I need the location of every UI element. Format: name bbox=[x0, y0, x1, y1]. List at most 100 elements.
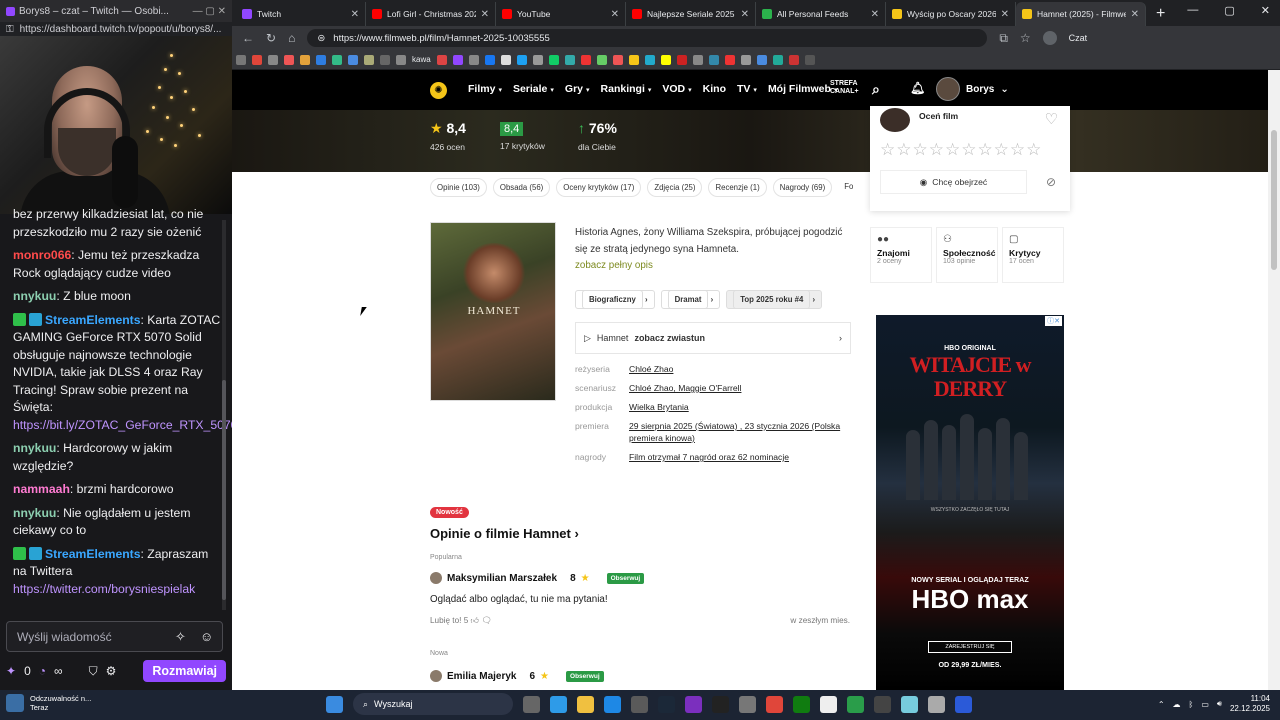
chat-scrollbar[interactable] bbox=[222, 220, 226, 610]
nav-gry[interactable]: Gry ▾ bbox=[565, 83, 590, 95]
app-icon[interactable] bbox=[901, 695, 918, 713]
new-tab-button[interactable]: + bbox=[1146, 2, 1175, 26]
genre-dramat[interactable]: Dramat › bbox=[660, 290, 721, 309]
screenplay-link[interactable]: Chloé Zhao, Maggie O'Farrell bbox=[629, 382, 855, 394]
shield-icon[interactable]: ⛉ bbox=[89, 664, 98, 679]
channel-points-icon[interactable]: ✦ bbox=[6, 664, 16, 678]
chevron-up-icon[interactable]: ⌃ bbox=[1158, 700, 1165, 709]
rating-stars[interactable]: ☆☆☆☆☆☆☆☆☆☆ bbox=[880, 140, 1042, 160]
chat-send-button[interactable]: Rozmawiaj bbox=[143, 660, 226, 682]
close-tab-icon[interactable]: ✕ bbox=[351, 9, 359, 20]
store-icon[interactable] bbox=[631, 695, 648, 713]
app-icon[interactable] bbox=[685, 695, 702, 713]
reviewer-name[interactable]: Emilia Majeryk bbox=[447, 671, 516, 682]
tab-recenzje[interactable]: Recenzje (1) bbox=[708, 178, 767, 197]
premiere-link[interactable]: 29 sierpnia 2025 (Światowa) , 23 styczni… bbox=[629, 420, 855, 444]
follow-button[interactable]: Obserwuj bbox=[606, 572, 645, 584]
window-controls[interactable]: — ▢ ✕ bbox=[193, 6, 226, 17]
close-tab-icon[interactable]: ✕ bbox=[741, 9, 749, 20]
critics-ratings[interactable]: ▢ Krytycy 17 ocen bbox=[1002, 227, 1064, 283]
tab-nagrody[interactable]: Nagrody (69) bbox=[772, 178, 833, 197]
avatar[interactable] bbox=[430, 572, 442, 584]
tab-opinie[interactable]: Opinie (103) bbox=[430, 178, 487, 197]
clock[interactable]: 11:04 22.12.2025 bbox=[1230, 694, 1270, 714]
app-icon[interactable] bbox=[766, 695, 783, 713]
taskbar-search[interactable]: ⌕ Wyszukaj bbox=[353, 693, 513, 715]
opinions-heading[interactable]: Opinie o filmie Hamnet › bbox=[430, 526, 579, 541]
chat-input[interactable]: Wyślij wiadomość ✧ ☺ bbox=[6, 621, 223, 652]
follow-button[interactable]: Obserwuj bbox=[566, 670, 604, 682]
filmweb-logo[interactable]: ✺ bbox=[430, 82, 447, 99]
heart-icon[interactable]: ♡ bbox=[1045, 110, 1058, 128]
bookmark-star-icon[interactable]: ☆ bbox=[1020, 31, 1031, 45]
profile-avatar[interactable] bbox=[1042, 31, 1057, 45]
gear-icon[interactable]: ⚙ bbox=[106, 664, 117, 678]
critics-rating-block[interactable]: 8,4 17 krytyków bbox=[500, 119, 545, 151]
chat-username[interactable]: nnykuu bbox=[13, 441, 56, 455]
app-icon[interactable] bbox=[712, 695, 729, 713]
prediction-icon[interactable]: ◔ bbox=[39, 664, 46, 678]
friends-ratings[interactable]: ●● Znajomi 2 oceny bbox=[870, 227, 932, 283]
nav-filmy[interactable]: Filmy ▾ bbox=[468, 83, 502, 95]
copilot-button[interactable]: Czat bbox=[1069, 33, 1088, 43]
genre-biograficzny[interactable]: Biograficzny › bbox=[575, 290, 655, 309]
close-tab-icon[interactable]: ✕ bbox=[1001, 9, 1009, 20]
nav-seriale[interactable]: Seriale ▾ bbox=[513, 83, 554, 95]
community-ratings[interactable]: ⚇ Społeczność 103 opinie bbox=[936, 227, 998, 283]
tab-oscary[interactable]: Wyścig po Oscary 2026 ✕ bbox=[886, 2, 1016, 26]
like-button[interactable]: Lubię to! 5 👍︎ 🗨︎ bbox=[430, 616, 492, 626]
tab-hamnet[interactable]: Hamnet (2025) - Filmweb ✕ bbox=[1016, 2, 1146, 26]
trailer-button[interactable]: ▷ Hamnet zobacz zwiastun › bbox=[575, 322, 851, 354]
chat-username[interactable]: nnykuu bbox=[13, 506, 56, 520]
tab-obsada[interactable]: Obsada (56) bbox=[492, 178, 551, 197]
awards-link[interactable]: Film otrzymał 7 nagród oraz 62 nominacje bbox=[629, 451, 855, 463]
task-view-icon[interactable] bbox=[523, 695, 540, 713]
site-info-icon[interactable]: ⊜ bbox=[317, 33, 325, 44]
network-icon[interactable]: ▭ bbox=[1201, 700, 1209, 709]
chat-username[interactable]: StreamElements bbox=[45, 547, 141, 561]
chat-username[interactable]: StreamElements bbox=[45, 313, 141, 327]
tab-zdjecia[interactable]: Zdjęcia (25) bbox=[647, 178, 703, 197]
home-icon[interactable]: ⌂ bbox=[288, 31, 295, 45]
tab-youtube[interactable]: YouTube ✕ bbox=[496, 2, 626, 26]
maps-icon[interactable] bbox=[739, 695, 756, 713]
reviewer-name[interactable]: Maksymilian Marszałek bbox=[447, 573, 557, 584]
volume-icon[interactable]: 🔊︎ bbox=[1217, 699, 1222, 709]
nav-rankingi[interactable]: Rankingi ▾ bbox=[601, 83, 652, 95]
tab-seriale[interactable]: Najlepsze Seriale 2025 z Do✕ bbox=[626, 2, 756, 26]
copilot-icon[interactable] bbox=[550, 695, 567, 713]
tab-more[interactable]: Fo bbox=[838, 178, 860, 197]
close-tab-icon[interactable]: ✕ bbox=[1131, 9, 1139, 20]
close-tab-icon[interactable]: ✕ bbox=[871, 9, 879, 20]
chat-username[interactable]: nnykuu bbox=[13, 289, 56, 303]
back-icon[interactable]: ← bbox=[242, 31, 254, 45]
app-icon[interactable] bbox=[847, 695, 864, 713]
hide-eye-icon[interactable]: ⊘ bbox=[1046, 175, 1056, 189]
strefa-canal-link[interactable]: STREFA CANAL+ bbox=[830, 80, 866, 96]
weather-widget[interactable]: Odczuwalność n... Teraz bbox=[6, 694, 91, 712]
production-link[interactable]: Wielka Brytania bbox=[629, 401, 855, 413]
bluetooth-icon[interactable]: ᛒ bbox=[1189, 700, 1194, 709]
app-icon[interactable] bbox=[874, 695, 891, 713]
film-poster[interactable]: HAMNET bbox=[430, 222, 556, 401]
tab-oceny-krytykow[interactable]: Oceny krytyków (17) bbox=[556, 178, 642, 197]
want-to-watch-button[interactable]: ◉ Chcę obejrzeć bbox=[880, 170, 1027, 194]
steam-icon[interactable] bbox=[658, 695, 675, 713]
nav-kino[interactable]: Kino bbox=[703, 83, 726, 95]
ad-close-icon[interactable]: ⓘ✕ bbox=[1045, 316, 1062, 326]
browser-window-controls[interactable]: — ▢ ✕ bbox=[1187, 4, 1270, 17]
director-link[interactable]: Chloé Zhao bbox=[629, 363, 855, 375]
avatar[interactable] bbox=[936, 77, 960, 101]
nav-moj-filmweb[interactable]: Mój Filmweb ▾ bbox=[768, 83, 838, 95]
tab-lofi[interactable]: Lofi Girl - Christmas 202 ✕ bbox=[366, 2, 496, 26]
user-menu[interactable]: Borys ⌄ bbox=[936, 77, 1009, 101]
avatar[interactable] bbox=[430, 670, 442, 682]
tab-twitch[interactable]: Twitch ✕ bbox=[236, 2, 366, 26]
user-rating-block[interactable]: ★ 8,4 426 ocen bbox=[430, 120, 466, 152]
close-tab-icon[interactable]: ✕ bbox=[611, 9, 619, 20]
cloud-icon[interactable]: ☁ bbox=[1173, 700, 1181, 709]
chat-link[interactable]: https://twitter.com/borysniespielak bbox=[13, 582, 195, 596]
start-icon[interactable] bbox=[326, 695, 343, 713]
chat-username[interactable]: nammaah bbox=[13, 482, 70, 496]
chat-username[interactable]: monro066 bbox=[13, 248, 71, 262]
